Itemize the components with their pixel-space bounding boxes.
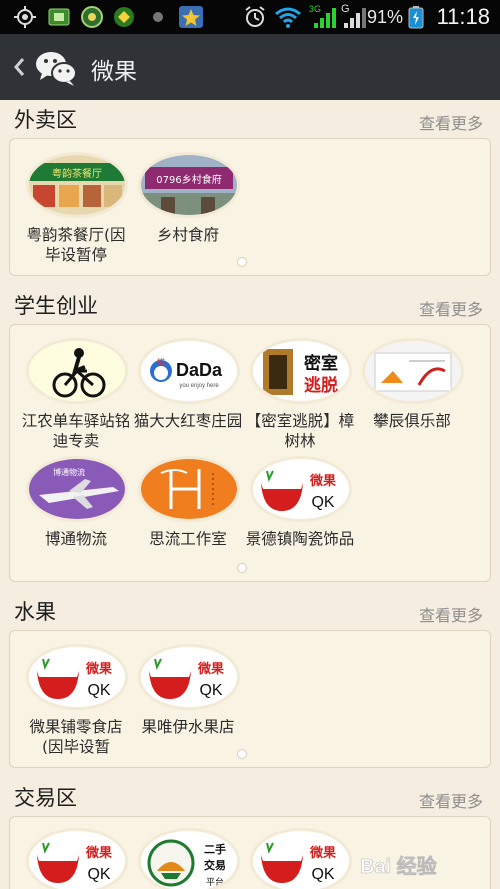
signal-strength-icon [314,8,336,28]
logo-text: 博通物流 [53,467,85,477]
page-title: 微果 [91,59,137,85]
alarm-icon [245,6,265,27]
shop-thumbnail: 0796乡村食府 [141,155,237,215]
view-more-link[interactable]: 查看更多 [419,602,483,626]
item-label: 果唯伊水果店 [141,718,235,736]
view-more-link[interactable]: 查看更多 [419,110,483,134]
logo-text: QK [87,866,110,883]
battery-percent: 91% [367,7,404,27]
shop-thumbnail: 微果 QK [29,647,125,707]
logo-text: 平台 [206,876,224,888]
shop-thumbnail: 猫 DaDa you enjoy here [141,341,237,401]
item-label: 【密室逃脱】樟树林 [245,412,355,450]
item-label: 乡村食府 [156,226,219,244]
shop-thumbnail: 微果 QK [29,831,125,889]
logo-text: 交易 [204,858,226,872]
page-indicator-dot [237,257,247,267]
section-title: 学生创业 [14,294,98,318]
shop-thumbnail [141,459,237,519]
status-bar: 3G G 91% 11:18 [0,0,500,34]
shop-thumbnail: 微果 QK [253,459,349,519]
section-card-fruit: 微果 QK 微果铺零食店(因毕设暂 微果 QK 果唯伊水果店 [9,630,491,768]
app-notification-icon [114,7,134,27]
gps-icon [14,6,36,28]
shop-sign-text: 0796乡村食府 [156,173,221,186]
item-label: 博通物流 [44,530,107,548]
item-label: 景德镇陶瓷饰品 [245,530,355,548]
section-header-takeout: 外卖区 查看更多 [0,104,500,140]
logo-text: QK [311,866,334,883]
section-card-takeout: 粤韵茶餐厅 粤韵茶餐厅(因毕设暂停 0796乡村食府 乡村食府 [9,138,491,276]
logo-text: 猫 [157,357,165,367]
shop-thumbnail [29,341,125,401]
item-label: 粤韵茶餐厅(因毕设暂停 [26,226,126,264]
section-card-student-startup: 江农单车驿站铭迪专卖 猫 DaDa you enjoy here 猫大大红枣庄园… [9,324,491,582]
item-label: 猫大大红枣庄园 [133,412,243,430]
title-bar: 微果 [0,34,500,100]
logo-text: QK [87,682,110,699]
view-more-link[interactable]: 查看更多 [419,296,483,320]
logo-text: 微果 [197,661,224,677]
shop-thumbnail: 博通物流 [29,459,125,519]
logo-text: 微果 [85,661,112,677]
shop-thumbnail: 二手 交易 平台 [141,831,237,889]
section-title: 交易区 [14,786,77,810]
svg-text:Bai 经验: Bai 经验 [360,854,437,878]
shop-thumbnail: 微果 QK [141,647,237,707]
section-header-trade: 交易区 查看更多 [0,782,500,818]
section-header-fruit: 水果 查看更多 [0,596,500,632]
star-app-icon [179,6,203,28]
logo-text: QK [311,494,334,511]
logo-text: 二手 [204,842,226,856]
item-label: 微果铺零食店(因毕设暂 [29,718,123,756]
logo-text: 逃脱 [304,375,338,396]
sim-card-icon [48,8,70,26]
shop-thumbnail: 微果 QK [253,831,349,889]
section-title: 外卖区 [14,108,77,132]
logo-text: QK [199,682,222,699]
clock: 11:18 [436,4,490,29]
wechat-logo-icon [36,52,77,86]
logo-text: DaDa [176,360,223,380]
app-notification-icon [81,6,103,28]
signal-strength-icon [344,8,366,28]
shop-sign-text: 粤韵茶餐厅 [52,167,102,180]
section-header-student-startup: 学生创业 查看更多 [0,290,500,326]
battery-icon [408,6,424,29]
logo-text: 微果 [309,473,336,489]
logo-subtext: you enjoy here [179,383,219,389]
item-label: 江农单车驿站铭迪专卖 [21,412,131,450]
baidu-jingyan-watermark: Bai 经验 [360,854,437,879]
view-more-link[interactable]: 查看更多 [419,788,483,812]
shop-thumbnail [365,341,461,401]
notification-dot-icon [153,12,163,22]
shop-thumbnail: 粤韵茶餐厅 [29,155,125,215]
logo-text: 微果 [85,845,112,861]
logo-text: 密室 [304,353,338,374]
section-title: 水果 [14,600,56,624]
item-label: 思流工作室 [149,530,227,548]
back-chevron-icon[interactable] [10,53,28,81]
page-indicator-dot [237,563,247,573]
logo-text: 微果 [309,845,336,861]
wifi-icon [275,7,301,28]
item-label: 攀辰俱乐部 [373,412,451,430]
shop-thumbnail: 密室 逃脱 [253,341,349,401]
page-indicator-dot [237,749,247,759]
